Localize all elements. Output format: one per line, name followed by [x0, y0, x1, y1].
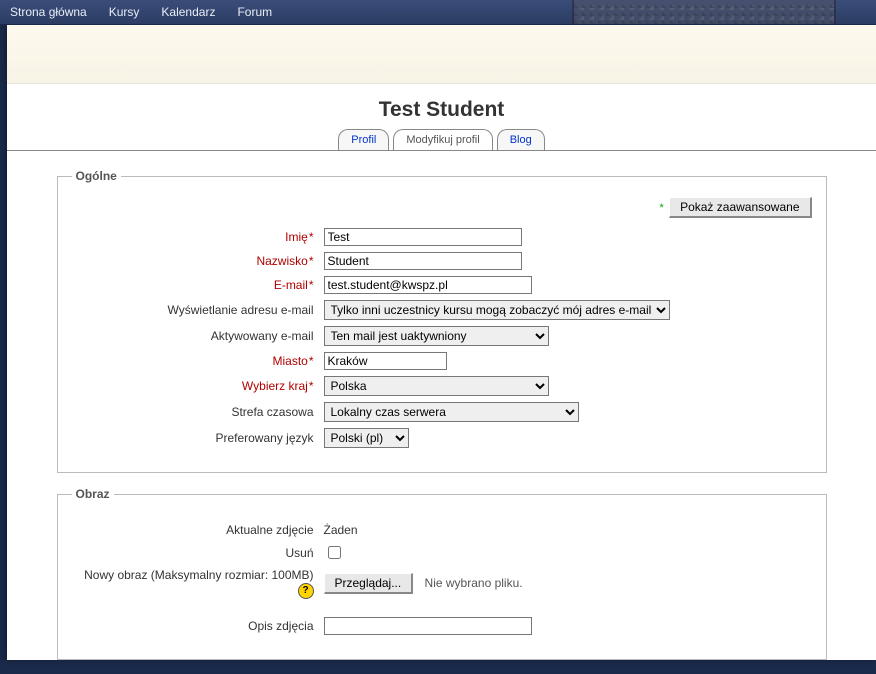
browse-button[interactable]: Przeglądaj... — [324, 573, 414, 594]
header-banner — [7, 25, 876, 84]
help-icon[interactable]: ? — [298, 583, 314, 599]
city-label: Miasto* — [72, 354, 324, 368]
tab-blog[interactable]: Blog — [497, 129, 545, 150]
advanced-indicator: * — [659, 202, 663, 214]
image-desc-label: Opis zdjęcia — [72, 619, 324, 633]
timezone-select[interactable]: Lokalny czas serwera — [324, 402, 579, 422]
nav-home[interactable]: Strona główna — [10, 5, 87, 19]
current-image-value: Żaden — [324, 523, 812, 537]
new-image-label: Nowy obraz (Maksymalny rozmiar: 100MB) ? — [72, 568, 324, 599]
fieldset-general: Ogólne * Pokaż zaawansowane Imię* Nazwis… — [57, 169, 827, 473]
city-input[interactable] — [324, 352, 447, 370]
emaildisplay-label: Wyświetlanie adresu e-mail — [72, 303, 324, 317]
page-body: Test Student Profil Modyfikuj profil Blo… — [7, 25, 876, 660]
nav-calendar[interactable]: Kalendarz — [161, 5, 215, 19]
tab-edit-profile[interactable]: Modyfikuj profil — [393, 129, 492, 150]
legend-image: Obraz — [72, 487, 114, 501]
page-title: Test Student — [7, 98, 876, 122]
emaildisplay-select[interactable]: Tylko inni uczestnicy kursu mogą zobaczy… — [324, 300, 670, 320]
emailactive-select[interactable]: Ten mail jest uaktywniony — [324, 326, 549, 346]
lang-select[interactable]: Polski (pl) — [324, 428, 409, 448]
header-decoration — [572, 0, 836, 24]
firstname-input[interactable] — [324, 228, 522, 246]
email-input[interactable] — [324, 276, 532, 294]
show-advanced-button[interactable]: Pokaż zaawansowane — [669, 197, 811, 218]
nav-forum[interactable]: Forum — [237, 5, 272, 19]
legend-general: Ogólne — [72, 169, 121, 183]
firstname-label: Imię* — [72, 230, 324, 244]
delete-image-checkbox[interactable] — [328, 546, 341, 559]
fieldset-image: Obraz Aktualne zdjęcie Żaden Usuń Nowy o… — [57, 487, 827, 660]
lastname-label: Nazwisko* — [72, 254, 324, 268]
lang-label: Preferowany język — [72, 431, 324, 445]
tab-profile[interactable]: Profil — [338, 129, 389, 150]
image-desc-input[interactable] — [324, 617, 532, 635]
lastname-input[interactable] — [324, 252, 522, 270]
no-file-text: Nie wybrano pliku. — [425, 576, 523, 590]
current-image-label: Aktualne zdjęcie — [72, 523, 324, 537]
top-navbar: Strona główna Kursy Kalendarz Forum — [0, 0, 876, 25]
emailactive-label: Aktywowany e-mail — [72, 329, 324, 343]
nav-courses[interactable]: Kursy — [109, 5, 140, 19]
delete-image-label: Usuń — [72, 546, 324, 560]
country-select[interactable]: Polska — [324, 376, 549, 396]
email-label: E-mail* — [72, 278, 324, 292]
tab-row: Profil Modyfikuj profil Blog — [7, 128, 876, 151]
timezone-label: Strefa czasowa — [72, 405, 324, 419]
country-label: Wybierz kraj* — [72, 379, 324, 393]
